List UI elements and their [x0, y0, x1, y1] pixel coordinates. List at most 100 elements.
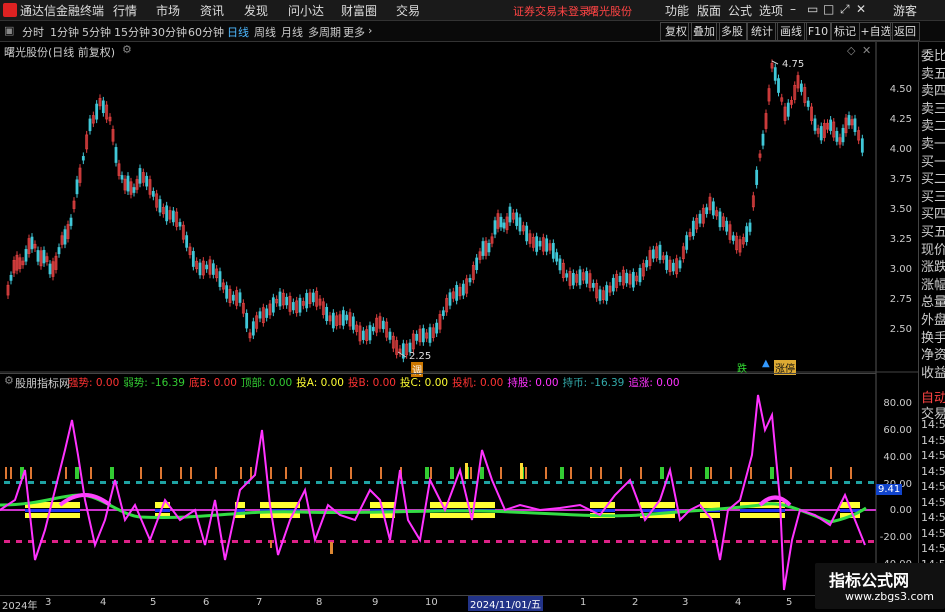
upper-band-dash: [124, 481, 130, 484]
lower-band-dash: [76, 540, 82, 543]
quote-side-item[interactable]: 换手: [921, 327, 945, 346]
candle-body: [658, 244, 662, 260]
quote-side-item[interactable]: 总量: [921, 291, 945, 310]
candle-body: [555, 252, 559, 262]
upper-band-dash: [544, 481, 550, 484]
candle-body: [625, 272, 629, 284]
candle-body: [305, 293, 309, 309]
candle-body: [461, 283, 465, 296]
candle-body: [725, 220, 729, 232]
upper-band-dash: [136, 481, 142, 484]
date-label: 5: [150, 597, 157, 608]
candle-body: [515, 212, 519, 226]
lower-band-dash: [736, 540, 742, 543]
quote-side-item[interactable]: 买四: [921, 203, 945, 222]
green-signal-bar: [660, 467, 664, 479]
candle-body: [271, 297, 275, 313]
candle-body: [291, 302, 295, 311]
candle-body: [800, 83, 803, 92]
indicator-tick: 40.00: [883, 452, 912, 463]
quote-side-item[interactable]: 卖三: [921, 98, 945, 117]
candle-body: [30, 236, 34, 250]
candle-body: [761, 133, 765, 146]
indicator-settings-icon[interactable]: ⚙: [4, 374, 14, 387]
candle-body: [42, 249, 46, 264]
lower-band-dash: [832, 540, 838, 543]
candle-body: [481, 241, 485, 256]
quote-side-item[interactable]: 委比: [921, 45, 945, 64]
quote-side-item[interactable]: 卖一: [921, 133, 945, 152]
candle-body: [198, 262, 202, 276]
candle-body: [69, 217, 73, 226]
candle-body: [171, 210, 175, 223]
upper-band-dash: [520, 481, 526, 484]
candle-body: [231, 294, 235, 301]
lower-band-dash: [544, 540, 550, 543]
lower-band-dash: [568, 540, 574, 543]
quote-side-item[interactable]: 收益: [921, 362, 945, 381]
quote-side-item[interactable]: 外盘: [921, 309, 945, 328]
quote-side-item[interactable]: 卖四: [921, 80, 945, 99]
quote-side-item[interactable]: 涨幅: [921, 274, 945, 293]
indicator-field: 投机: 0.00: [452, 377, 504, 389]
candle-body: [591, 283, 595, 288]
blue-block: [25, 509, 80, 512]
indicator-current-value: 9.41: [876, 484, 903, 495]
lower-band-dash: [484, 540, 490, 543]
candle-body: [114, 147, 118, 163]
candle-body: [138, 168, 142, 184]
yellow-block: [430, 513, 495, 518]
upper-band-dash: [64, 481, 70, 484]
quote-side-item[interactable]: 涨跌: [921, 256, 945, 275]
quote-side-item[interactable]: 买三: [921, 186, 945, 205]
tick-time-item: 14:56: [921, 495, 945, 509]
lower-band-dash: [4, 540, 10, 543]
candle-body: [151, 191, 155, 197]
candle-body: [185, 235, 189, 248]
indicator-header: ⚙ 股朋指标网 强势: 0.00 弱势: -16.39 底B: 0.00 顶部: 0.…: [0, 373, 876, 390]
candle-body: [705, 207, 709, 215]
candle-body: [518, 217, 522, 232]
green-signal-bar: [110, 467, 114, 479]
quote-side-item[interactable]: 现价: [921, 239, 945, 258]
candle-body: [578, 269, 582, 286]
candle-body: [351, 316, 355, 330]
upper-band-dash: [4, 481, 10, 484]
lower-band-dash: [340, 540, 346, 543]
quote-side-item[interactable]: 买一: [921, 151, 945, 170]
candle-body: [81, 156, 85, 161]
candle-body: [158, 199, 162, 213]
candle-body: [145, 175, 149, 187]
date-label: 3: [45, 597, 52, 608]
upper-band-dash: [688, 481, 694, 484]
candle-body: [631, 271, 635, 288]
yellow-block: [25, 513, 80, 518]
upper-band-dash: [736, 481, 742, 484]
quote-side-item[interactable]: 买二: [921, 168, 945, 187]
lower-band-dash: [184, 540, 190, 543]
upper-band-dash: [280, 481, 286, 484]
lower-band-dash: [844, 540, 850, 543]
orange-signal-bar: [470, 467, 472, 479]
quote-side-item[interactable]: 买五: [921, 221, 945, 240]
green-signal-bar: [425, 467, 429, 479]
upper-band-dash: [808, 481, 814, 484]
candle-body: [95, 103, 99, 120]
candle-body: [48, 263, 52, 275]
candle-body: [468, 278, 472, 283]
lower-band-dash: [64, 540, 70, 543]
candle-body: [847, 115, 851, 126]
orange-signal-bar: [215, 467, 217, 479]
candle-body: [777, 78, 780, 93]
upper-band-dash: [364, 481, 370, 484]
quote-side-item[interactable]: 净资: [921, 344, 945, 363]
candle-body: [120, 175, 124, 180]
candle-body: [126, 175, 130, 192]
candle-body: [691, 220, 695, 237]
quote-side-item[interactable]: 卖二: [921, 115, 945, 134]
quote-side-item[interactable]: 卖五: [921, 63, 945, 82]
kline-chart[interactable]: [0, 0, 945, 609]
tick-time-item: 14:56: [921, 480, 945, 493]
upper-band-dash: [340, 481, 346, 484]
lower-band-dash: [424, 540, 430, 543]
